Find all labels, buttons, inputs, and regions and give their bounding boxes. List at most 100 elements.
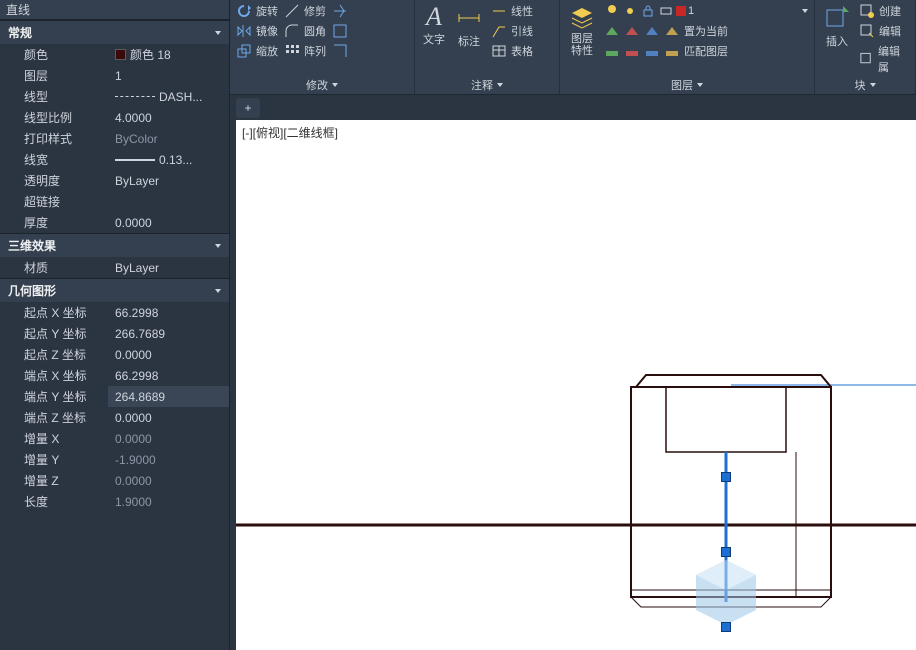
cmd-set-current-label: 置为当前	[684, 23, 728, 39]
grip-end[interactable]	[721, 622, 731, 632]
prop-deltaz[interactable]: 增量 Z0.0000	[0, 470, 229, 491]
prop-plotstyle-name: 打印样式	[0, 130, 108, 147]
match3-icon	[644, 43, 660, 59]
lock-icon	[640, 3, 656, 19]
model-viewport[interactable]: [-][俯视][二维线框]	[236, 120, 916, 650]
cmd-leader[interactable]: 引线	[489, 22, 535, 40]
drawing-svg	[236, 120, 916, 650]
object-type-combo[interactable]: 直线	[0, 0, 229, 20]
cmd-minor2[interactable]	[330, 22, 350, 40]
properties-panel: 直线 常规 颜色 颜色 18 图层1 线型DASH... 线型比例4.0000 打…	[0, 0, 230, 650]
layer-state-row[interactable]: 置为当前	[602, 22, 810, 40]
table-icon	[491, 43, 507, 59]
cmd-layer-props[interactable]: 图层 特性	[564, 2, 600, 59]
prop-lineweight[interactable]: 线宽0.13...	[0, 149, 229, 170]
prop-layer-value: 1	[108, 65, 229, 86]
prop-endz[interactable]: 端点 Z 坐标0.0000	[0, 407, 229, 428]
prop-endy-name: 端点 Y 坐标	[0, 388, 108, 405]
cmd-edit-label: 编辑	[879, 23, 901, 39]
chevron-down-icon	[215, 31, 221, 35]
array-icon	[284, 43, 300, 59]
state3-icon	[644, 23, 660, 39]
cmd-text-label: 文字	[423, 31, 445, 47]
prop-hyperlink-name: 超链接	[0, 193, 108, 210]
ribbon: 旋转 镜像 缩放 修剪 圆角	[230, 0, 916, 95]
prop-endx-value: 66.2998	[108, 365, 229, 386]
cmd-edit[interactable]: 编辑	[857, 22, 911, 40]
prop-linetype-value: DASH...	[159, 90, 202, 104]
cmd-mirror[interactable]: 镜像	[234, 22, 280, 40]
prop-endx[interactable]: 端点 X 坐标66.2998	[0, 365, 229, 386]
cmd-fillet-label: 圆角	[304, 23, 326, 39]
cmd-scale[interactable]: 缩放	[234, 42, 280, 60]
grip-mid[interactable]	[721, 547, 731, 557]
chevron-down-icon	[870, 83, 876, 87]
group-geometry-label: 几何图形	[8, 282, 56, 299]
cmd-dim[interactable]: 标注	[451, 2, 487, 51]
cmd-fillet[interactable]: 圆角	[282, 22, 328, 40]
cmd-rotate[interactable]: 旋转	[234, 2, 280, 20]
prop-lineweight-name: 线宽	[0, 151, 108, 168]
panel-layers-label[interactable]: 图层	[560, 76, 814, 94]
match4-icon	[664, 43, 680, 59]
prop-endz-name: 端点 Z 坐标	[0, 409, 108, 426]
cmd-insert[interactable]: 插入	[819, 2, 855, 51]
cmd-linetype-label: 线性	[511, 3, 533, 19]
prop-deltay[interactable]: 增量 Y-1.9000	[0, 449, 229, 470]
prop-material-name: 材质	[0, 259, 108, 276]
prop-startz-value: 0.0000	[108, 344, 229, 365]
cmd-linetype[interactable]: 线性	[489, 2, 535, 20]
cmd-table-label: 表格	[511, 43, 533, 59]
panel-block-label[interactable]: 块	[815, 76, 915, 94]
cmd-layer-props-label: 图层 特性	[571, 33, 593, 57]
print-icon	[658, 3, 674, 19]
layer-combo[interactable]: 1	[602, 2, 810, 20]
prop-transparency[interactable]: 透明度ByLayer	[0, 170, 229, 191]
cmd-scale-label: 缩放	[256, 43, 278, 59]
group-3d[interactable]: 三维效果	[0, 233, 229, 257]
cmd-table[interactable]: 表格	[489, 42, 535, 60]
group-general[interactable]: 常规	[0, 20, 229, 44]
match2-icon	[624, 43, 640, 59]
prop-endy[interactable]: 端点 Y 坐标264.8689	[0, 386, 229, 407]
mirror-icon	[236, 23, 252, 39]
prop-hyperlink[interactable]: 超链接	[0, 191, 229, 212]
panel-modify-label[interactable]: 修改	[230, 76, 414, 94]
prop-material-value: ByLayer	[108, 257, 229, 278]
editattr-icon	[859, 51, 874, 67]
layer-match-row[interactable]: 匹配图层	[602, 42, 810, 60]
cmd-create-label: 创建	[879, 3, 901, 19]
cmd-trim[interactable]: 修剪	[282, 2, 328, 20]
prop-starty[interactable]: 起点 Y 坐标266.7689	[0, 323, 229, 344]
cmd-create[interactable]: 创建	[857, 2, 911, 20]
prop-plotstyle[interactable]: 打印样式ByColor	[0, 128, 229, 149]
chevron-down-icon	[332, 83, 338, 87]
layer-combo-value: 1	[688, 5, 800, 17]
prop-hyperlink-value	[108, 191, 229, 212]
prop-color-name: 颜色	[0, 46, 108, 63]
prop-deltax[interactable]: 增量 X0.0000	[0, 428, 229, 449]
prop-startx[interactable]: 起点 X 坐标66.2998	[0, 302, 229, 323]
prop-thickness[interactable]: 厚度0.0000	[0, 212, 229, 233]
group-geometry[interactable]: 几何图形	[0, 278, 229, 302]
tab-add[interactable]: +	[236, 98, 260, 118]
grip-start[interactable]	[721, 472, 731, 482]
cmd-minor1[interactable]	[330, 2, 350, 20]
cmd-text[interactable]: A 文字	[419, 2, 449, 49]
prop-startz[interactable]: 起点 Z 坐标0.0000	[0, 344, 229, 365]
state2-icon	[624, 23, 640, 39]
prop-layer[interactable]: 图层1	[0, 65, 229, 86]
prop-ltscale[interactable]: 线型比例4.0000	[0, 107, 229, 128]
chevron-down-icon	[697, 83, 703, 87]
minor-icon	[332, 3, 348, 19]
prop-length[interactable]: 长度1.9000	[0, 491, 229, 512]
fillet-icon	[284, 23, 300, 39]
panel-annotate-label[interactable]: 注释	[415, 76, 559, 94]
cmd-minor3[interactable]	[330, 42, 350, 60]
cmd-editattr[interactable]: 编辑属	[857, 42, 911, 76]
prop-material[interactable]: 材质ByLayer	[0, 257, 229, 278]
prop-color-value: 颜色 18	[130, 46, 171, 63]
prop-color[interactable]: 颜色 颜色 18	[0, 44, 229, 65]
cmd-array[interactable]: 阵列	[282, 42, 328, 60]
prop-linetype[interactable]: 线型DASH...	[0, 86, 229, 107]
